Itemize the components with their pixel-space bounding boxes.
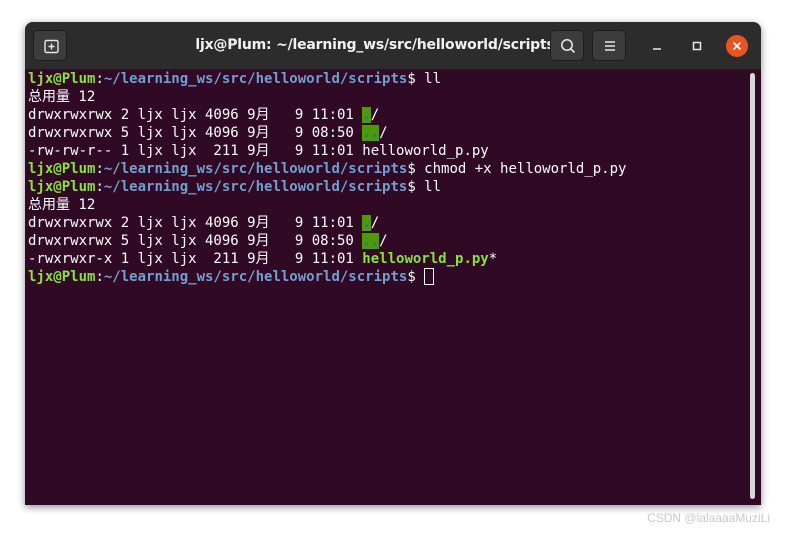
listing-row: drwxrwxrwx 2 ljx ljx 4096 9月 9 11:01 ./ (28, 214, 748, 232)
file-suffix: / (370, 107, 380, 123)
scrollbar[interactable] (750, 73, 755, 499)
prompt-path: ~/learning_ws/src/helloworld/scripts (103, 269, 408, 285)
prompt-user: ljx@Plum (28, 179, 96, 195)
prompt-user: ljx@Plum (28, 161, 96, 177)
prompt-line: ljx@Plum:~/learning_ws/src/helloworld/sc… (28, 70, 748, 88)
new-tab-icon (44, 39, 59, 54)
file-suffix: / (379, 233, 388, 249)
prompt-path: ~/learning_ws/src/helloworld/scripts (103, 71, 408, 87)
prompt-colon: : (95, 269, 104, 285)
menu-button[interactable] (592, 30, 626, 61)
dir-name: .. (362, 233, 380, 249)
file-meta: drwxrwxrwx 5 ljx ljx 4096 9月 9 08:50 (28, 125, 363, 141)
file-meta: drwxrwxrwx 2 ljx ljx 4096 9月 9 11:01 (28, 215, 363, 231)
prompt-dollar: $ (407, 161, 425, 177)
prompt-user: ljx@Plum (28, 269, 96, 285)
prompt-line: ljx@Plum:~/learning_ws/src/helloworld/sc… (28, 160, 748, 178)
listing-row: drwxrwxrwx 2 ljx ljx 4096 9月 9 11:01 ./ (28, 106, 748, 124)
executable-file-name: helloworld_p.py (362, 251, 489, 267)
listing-row: -rw-rw-r-- 1 ljx ljx 211 9月 9 11:01 hell… (28, 142, 748, 160)
prompt-line: ljx@Plum:~/learning_ws/src/helloworld/sc… (28, 268, 748, 286)
title-bar: ljx@Plum: ~/learning_ws/src/helloworld/s… (25, 22, 761, 70)
dir-name: .. (362, 125, 380, 141)
prompt-line: ljx@Plum:~/learning_ws/src/helloworld/sc… (28, 178, 748, 196)
command-text: ll (424, 71, 442, 87)
file-meta: -rw-rw-r-- 1 ljx ljx 211 9月 9 11:01 (28, 143, 363, 159)
text-cursor[interactable] (424, 268, 435, 285)
command-text: chmod +x helloworld_p.py (424, 161, 627, 177)
prompt-path: ~/learning_ws/src/helloworld/scripts (103, 161, 408, 177)
prompt-colon: : (95, 71, 104, 87)
prompt-dollar: $ (407, 269, 425, 285)
prompt-user: ljx@Plum (28, 71, 96, 87)
command-text: ll (424, 179, 442, 195)
terminal-output[interactable]: ljx@Plum:~/learning_ws/src/helloworld/sc… (28, 70, 748, 502)
dir-name: . (362, 107, 371, 123)
page: ljx@Plum: ~/learning_ws/src/helloworld/s… (0, 0, 786, 533)
minimize-button[interactable] (646, 35, 668, 57)
listing-total: 总用量 12 (28, 89, 96, 105)
listing-row: drwxrwxrwx 5 ljx ljx 4096 9月 9 08:50 ../ (28, 232, 748, 250)
prompt-colon: : (95, 179, 104, 195)
file-suffix: / (370, 215, 380, 231)
file-meta: -rwxrwxr-x 1 ljx ljx 211 9月 9 11:01 (28, 251, 363, 267)
listing-total: 总用量 12 (28, 197, 96, 213)
listing-row: -rwxrwxr-x 1 ljx ljx 211 9月 9 11:01 hell… (28, 250, 748, 268)
prompt-dollar: $ (407, 179, 425, 195)
close-button[interactable] (726, 35, 748, 57)
file-suffix: / (379, 125, 388, 141)
search-icon (561, 39, 575, 53)
prompt-colon: : (95, 161, 104, 177)
minimize-icon (653, 48, 661, 50)
window-title: ljx@Plum: ~/learning_ws/src/helloworld/s… (195, 37, 555, 53)
maximize-button[interactable] (686, 35, 708, 57)
new-tab-button[interactable] (33, 30, 67, 61)
watermark-text: CSDN @lalaaaaMuziLi (647, 511, 770, 525)
terminal-window: ljx@Plum: ~/learning_ws/src/helloworld/s… (25, 22, 761, 505)
prompt-dollar: $ (407, 71, 425, 87)
search-button[interactable] (550, 30, 584, 61)
hamburger-menu-icon (605, 41, 615, 51)
file-meta: drwxrwxrwx 2 ljx ljx 4096 9月 9 11:01 (28, 107, 363, 123)
dir-name: . (362, 215, 371, 231)
prompt-path: ~/learning_ws/src/helloworld/scripts (103, 179, 408, 195)
file-suffix: * (488, 251, 498, 267)
maximize-icon (692, 41, 702, 51)
listing-row: drwxrwxrwx 5 ljx ljx 4096 9月 9 08:50 ../ (28, 124, 748, 142)
close-icon (732, 41, 742, 51)
file-name: helloworld_p.py (362, 143, 489, 159)
file-meta: drwxrwxrwx 5 ljx ljx 4096 9月 9 08:50 (28, 233, 363, 249)
